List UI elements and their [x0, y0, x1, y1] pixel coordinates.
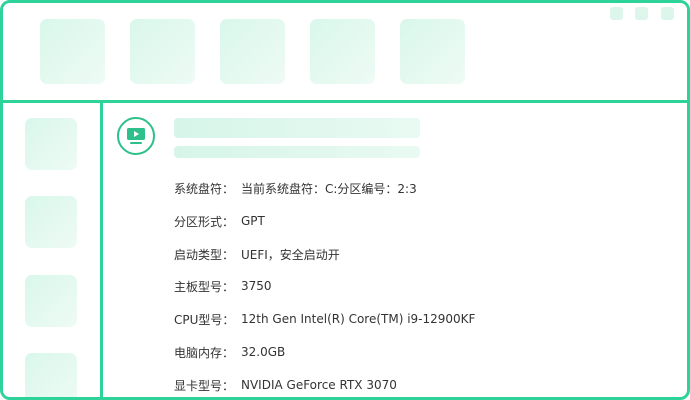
title-placeholder — [174, 118, 420, 138]
info-value: 3750 — [241, 279, 272, 293]
info-label: 电脑内存： — [174, 345, 235, 360]
sidebar-item-3[interactable] — [25, 275, 77, 327]
info-row-system-drive: 系统盘符： 当前系统盘符：C:分区编号：2:3 — [174, 178, 417, 198]
main-panel: 系统盘符： 当前系统盘符：C:分区编号：2:3 分区形式： GPT 启动类型： … — [103, 103, 687, 397]
monitor-play-icon — [117, 117, 155, 155]
toolbar-tile-3[interactable] — [220, 19, 285, 84]
info-label: 显卡型号： — [174, 378, 235, 393]
sidebar-item-4[interactable] — [25, 353, 77, 397]
info-row-boot-type: 启动类型： UEFI，安全启动开 — [174, 244, 340, 264]
sidebar — [3, 103, 103, 397]
info-value: 当前系统盘符：C:分区编号：2:3 — [241, 181, 417, 196]
sidebar-item-2[interactable] — [25, 196, 77, 248]
info-label: 主板型号： — [174, 279, 235, 294]
info-row-gpu: 显卡型号： NVIDIA GeForce RTX 3070 — [174, 375, 397, 395]
minimize-button[interactable] — [610, 7, 623, 20]
info-label: 分区形式： — [174, 214, 235, 229]
info-row-cpu: CPU型号： 12th Gen Intel(R) Core(TM) i9-129… — [174, 309, 475, 329]
info-label: 系统盘符： — [174, 181, 235, 196]
top-toolbar — [3, 3, 687, 103]
info-row-memory: 电脑内存： 32.0GB — [174, 342, 285, 362]
toolbar-tile-1[interactable] — [40, 19, 105, 84]
info-label: CPU型号： — [174, 312, 235, 327]
toolbar-tile-4[interactable] — [310, 19, 375, 84]
info-label: 启动类型： — [174, 247, 235, 262]
info-value: 12th Gen Intel(R) Core(TM) i9-12900KF — [241, 312, 476, 326]
info-value: UEFI，安全启动开 — [241, 247, 340, 262]
maximize-button[interactable] — [635, 7, 648, 20]
info-value: GPT — [241, 214, 265, 228]
info-row-partition-style: 分区形式： GPT — [174, 211, 265, 231]
info-row-motherboard: 主板型号： 3750 — [174, 276, 272, 296]
sidebar-item-1[interactable] — [25, 118, 77, 170]
info-value: NVIDIA GeForce RTX 3070 — [241, 378, 397, 392]
toolbar-tile-5[interactable] — [400, 19, 465, 84]
subtitle-placeholder — [174, 146, 420, 158]
info-value: 32.0GB — [241, 345, 286, 359]
close-button[interactable] — [661, 7, 674, 20]
toolbar-tile-2[interactable] — [130, 19, 195, 84]
app-window: 系统盘符： 当前系统盘符：C:分区编号：2:3 分区形式： GPT 启动类型： … — [0, 0, 690, 400]
